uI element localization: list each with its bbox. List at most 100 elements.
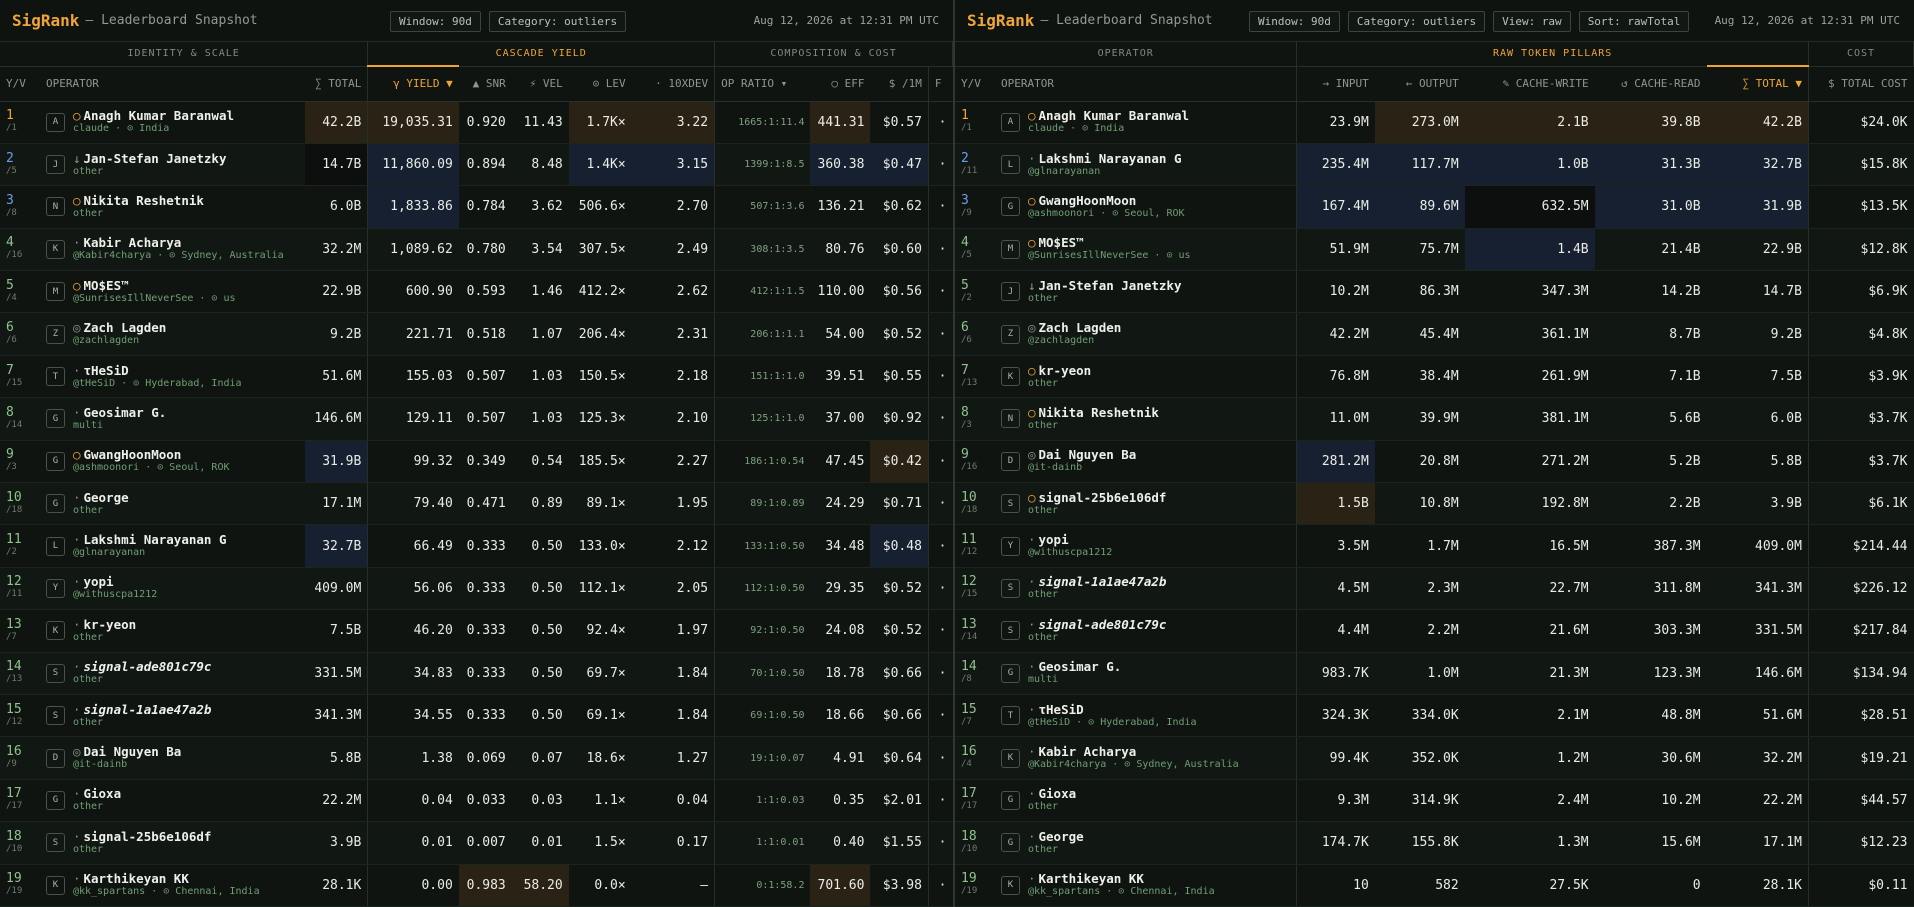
brand-logo[interactable]: SigRank	[12, 11, 79, 30]
operator-cell[interactable]: G · Geosimar G. multi	[39, 397, 305, 441]
col-output[interactable]: ← OUTPUT	[1374, 66, 1465, 102]
operator-name[interactable]: ↓ Jan-Stefan Janetzky	[73, 151, 227, 166]
table-row[interactable]: 10/18 G · George other 17.1M 79.40 0.471 0.89 89.…	[0, 482, 953, 526]
table-row[interactable]: 6/6 Z ◎ Zach Lagden @zachlagden 9.2B 221.71 0.5…	[0, 312, 953, 356]
operator-cell[interactable]: G · George other	[39, 482, 305, 526]
operator-name[interactable]: ◎ Zach Lagden	[1028, 321, 1121, 335]
operator-name[interactable]: ○ Anagh Kumar Baranwal	[1028, 109, 1189, 123]
operator-cell[interactable]: S · signal-1a1ae47a2b other	[994, 567, 1298, 611]
operator-name[interactable]: ○ Anagh Kumar Baranwal	[73, 109, 234, 123]
col-input[interactable]: → INPUT	[1296, 66, 1375, 102]
operator-name[interactable]: · τHeSiD	[1028, 702, 1197, 717]
table-row[interactable]: 1/1 A ○ Anagh Kumar Baranwal claude · ⊙ Indi…	[955, 101, 1914, 144]
col-cache-write[interactable]: ✎ CACHE-WRITE	[1464, 66, 1595, 102]
operator-cell[interactable]: N ○ Nikita Reshetnik other	[39, 185, 305, 229]
table-row[interactable]: 1/1 A ○ Anagh Kumar Baranwal claude · ⊙ Indi…	[0, 101, 953, 144]
operator-name[interactable]: ↓ Jan-Stefan Janetzky	[1028, 278, 1182, 293]
table-row[interactable]: 8/3 N ○ Nikita Reshetnik other 11.0M 39.9M 381.…	[955, 397, 1914, 441]
operator-cell[interactable]: K · Kabir Acharya @Kabir4charya · ⊙ Sydney,…	[994, 736, 1298, 780]
table-row[interactable]: 9/3 G ○ GwangHoonMoon @ashmoonori · ⊙ Seoul,…	[0, 440, 953, 484]
operator-name[interactable]: · George	[1028, 829, 1084, 844]
operator-name[interactable]: · Gioxa	[1028, 787, 1076, 801]
col-total[interactable]: ∑ TOTAL ▼	[1706, 65, 1809, 102]
table-row[interactable]: 18/10 S · signal-25b6e106df other 3.9B 0.01 0.0…	[0, 821, 953, 865]
operator-name[interactable]: · Gioxa	[73, 787, 121, 801]
operator-name[interactable]: ○ MO$ES™	[73, 278, 236, 293]
operator-cell[interactable]: S · signal-1a1ae47a2b other	[39, 694, 305, 738]
col-yield[interactable]: γ YIELD ▼	[367, 65, 459, 102]
col-vel[interactable]: ⚡ VEL	[511, 66, 569, 102]
table-row[interactable]: 14/13 S · signal-ade801c79c other 331.5M 34.83…	[0, 652, 953, 695]
category-chip[interactable]: Category: outliers	[488, 11, 627, 32]
table-row[interactable]: 19/19 K · Karthikeyan KK @kk_spartans · ⊙ Ch…	[955, 864, 1914, 907]
operator-cell[interactable]: A ○ Anagh Kumar Baranwal claude · ⊙ India	[39, 101, 305, 144]
table-row[interactable]: 3/9 G ○ GwangHoonMoon @ashmoonori · ⊙ Seoul,…	[955, 185, 1914, 229]
operator-cell[interactable]: L · Lakshmi Narayanan G @glnarayanan	[39, 524, 305, 568]
operator-name[interactable]: · signal-1a1ae47a2b	[73, 702, 211, 717]
operator-name[interactable]: ○ GwangHoonMoon	[1028, 193, 1185, 208]
operator-cell[interactable]: M ○ MO$ES™ @SunrisesIllNeverSee · ⊙ us	[994, 228, 1298, 272]
operator-name[interactable]: ○ signal-25b6e106df	[1028, 490, 1166, 505]
operator-name[interactable]: · Lakshmi Narayanan G	[1028, 151, 1182, 166]
operator-name[interactable]: · Karthikeyan KK	[1028, 872, 1215, 886]
col-yv[interactable]: Y/V	[955, 66, 995, 102]
table-row[interactable]: 11/2 L · Lakshmi Narayanan G @glnarayanan 32.…	[0, 524, 953, 568]
category-chip[interactable]: Category: outliers	[1347, 11, 1486, 32]
operator-name[interactable]: ◎ Dai Nguyen Ba	[1028, 448, 1136, 462]
table-row[interactable]: 7/15 T · τHeSiD @tHeSiD · ⊙ Hyderabad, India…	[0, 355, 953, 399]
table-row[interactable]: 4/5 M ○ MO$ES™ @SunrisesIllNeverSee · ⊙ us 51…	[955, 228, 1914, 272]
table-row[interactable]: 18/10 G · George other 174.7K 155.8K 1.3M 15.6M 1…	[955, 821, 1914, 865]
operator-cell[interactable]: A ○ Anagh Kumar Baranwal claude · ⊙ India	[994, 101, 1298, 144]
operator-cell[interactable]: S · signal-25b6e106df other	[39, 821, 305, 865]
operator-name[interactable]: · George	[73, 490, 129, 505]
sort-chip[interactable]: Sort: rawTotal	[1578, 11, 1690, 32]
col-10xdev[interactable]: · 10XDEV	[631, 66, 716, 102]
operator-cell[interactable]: G · George other	[994, 821, 1298, 865]
operator-name[interactable]: ◎ Zach Lagden	[73, 321, 166, 335]
col-cache-read[interactable]: ↺ CACHE-READ	[1594, 66, 1707, 102]
operator-cell[interactable]: S · signal-ade801c79c other	[994, 609, 1298, 653]
operator-cell[interactable]: D ◎ Dai Nguyen Ba @it-dainb	[39, 736, 305, 780]
col-total[interactable]: ∑ TOTAL	[304, 66, 369, 102]
table-row[interactable]: 12/11 Y · yopi @withuscpa1212 409.0M 56.06 0.33…	[0, 567, 953, 611]
operator-name[interactable]: · yopi	[73, 575, 157, 589]
operator-cell[interactable]: K ○ kr-yeon other	[994, 355, 1298, 399]
operator-cell[interactable]: J ↓ Jan-Stefan Janetzky other	[994, 270, 1298, 314]
operator-cell[interactable]: Z ◎ Zach Lagden @zachlagden	[994, 312, 1298, 356]
operator-cell[interactable]: G · Gioxa other	[994, 779, 1298, 823]
table-row[interactable]: 15/12 S · signal-1a1ae47a2b other 341.3M 34.55…	[0, 694, 953, 738]
col-operator[interactable]: OPERATOR	[994, 66, 1298, 102]
col-yv[interactable]: Y/V	[0, 66, 40, 102]
operator-cell[interactable]: K · Karthikeyan KK @kk_spartans · ⊙ Chennai…	[39, 864, 305, 907]
operator-cell[interactable]: Y · yopi @withuscpa1212	[39, 567, 305, 611]
operator-name[interactable]: · signal-ade801c79c	[73, 660, 211, 674]
operator-name[interactable]: · Geosimar G.	[73, 405, 166, 420]
operator-cell[interactable]: T · τHeSiD @tHeSiD · ⊙ Hyderabad, India	[39, 355, 305, 399]
col-cost-per-1m[interactable]: $ /1M	[870, 66, 929, 102]
table-row[interactable]: 16/9 D ◎ Dai Nguyen Ba @it-dainb 5.8B 1.38 0.06…	[0, 736, 953, 780]
table-row[interactable]: 10/18 S ○ signal-25b6e106df other 1.5B 10.8M 19…	[955, 482, 1914, 526]
brand-logo[interactable]: SigRank	[967, 11, 1034, 30]
operator-name[interactable]: ○ GwangHoonMoon	[73, 448, 230, 462]
operator-cell[interactable]: G · Gioxa other	[39, 779, 305, 823]
operator-cell[interactable]: N ○ Nikita Reshetnik other	[994, 397, 1298, 441]
operator-cell[interactable]: Y · yopi @withuscpa1212	[994, 524, 1298, 568]
col-snr[interactable]: ▲ SNR	[458, 66, 512, 102]
operator-cell[interactable]: G ○ GwangHoonMoon @ashmoonori · ⊙ Seoul, RO…	[994, 185, 1298, 229]
col-f[interactable]: F	[928, 66, 953, 102]
col-eff[interactable]: ○ EFF	[810, 66, 871, 102]
col-operator[interactable]: OPERATOR	[39, 66, 305, 102]
table-row[interactable]: 19/19 K · Karthikeyan KK @kk_spartans · ⊙ Ch…	[0, 864, 953, 907]
operator-cell[interactable]: G ○ GwangHoonMoon @ashmoonori · ⊙ Seoul, RO…	[39, 440, 305, 484]
table-row[interactable]: 14/8 G · Geosimar G. multi 983.7K 1.0M 21.3M 123…	[955, 652, 1914, 695]
table-row[interactable]: 13/14 S · signal-ade801c79c other 4.4M 2.2M 21.…	[955, 609, 1914, 653]
table-row[interactable]: 17/17 G · Gioxa other 22.2M 0.04 0.033 0.03 1.1× 0…	[0, 779, 953, 823]
operator-cell[interactable]: K · Kabir Acharya @Kabir4charya · ⊙ Sydney,…	[39, 228, 305, 272]
operator-name[interactable]: · signal-25b6e106df	[73, 829, 211, 844]
operator-cell[interactable]: K · kr-yeon other	[39, 609, 305, 653]
table-row[interactable]: 11/12 Y · yopi @withuscpa1212 3.5M 1.7M 16.5M 38…	[955, 524, 1914, 568]
operator-name[interactable]: · yopi	[1028, 533, 1112, 547]
operator-cell[interactable]: D ◎ Dai Nguyen Ba @it-dainb	[994, 440, 1298, 484]
operator-name[interactable]: · Kabir Acharya	[1028, 745, 1239, 759]
operator-name[interactable]: · signal-1a1ae47a2b	[1028, 575, 1166, 589]
